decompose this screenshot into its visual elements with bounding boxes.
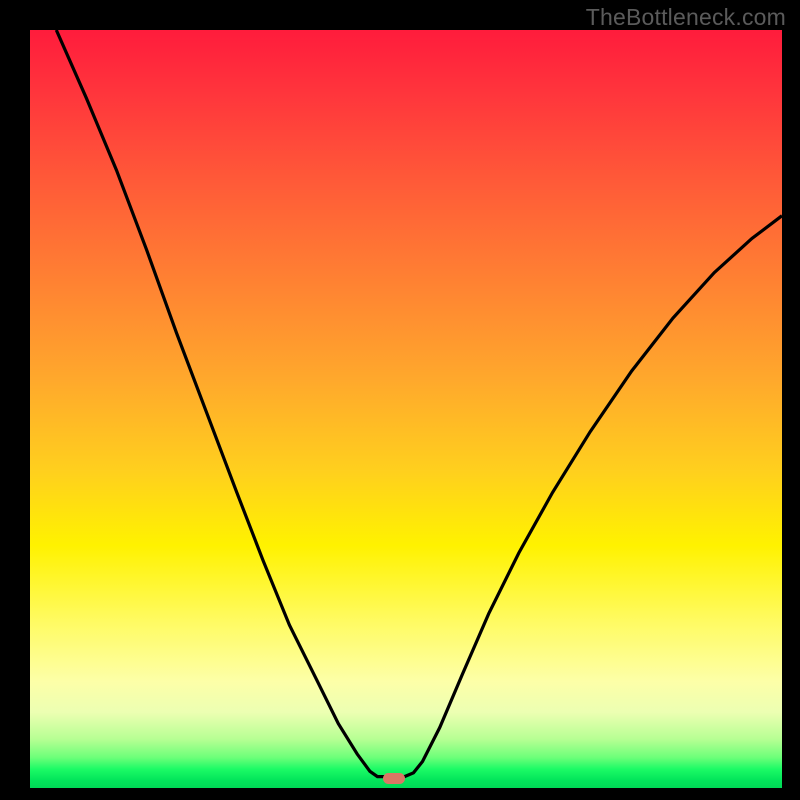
chart-frame: TheBottleneck.com — [0, 0, 800, 800]
bottleneck-curve — [56, 30, 782, 777]
curve-svg — [30, 30, 782, 788]
watermark-text: TheBottleneck.com — [586, 4, 786, 31]
plot-area — [30, 30, 782, 788]
optimal-marker — [383, 773, 405, 784]
